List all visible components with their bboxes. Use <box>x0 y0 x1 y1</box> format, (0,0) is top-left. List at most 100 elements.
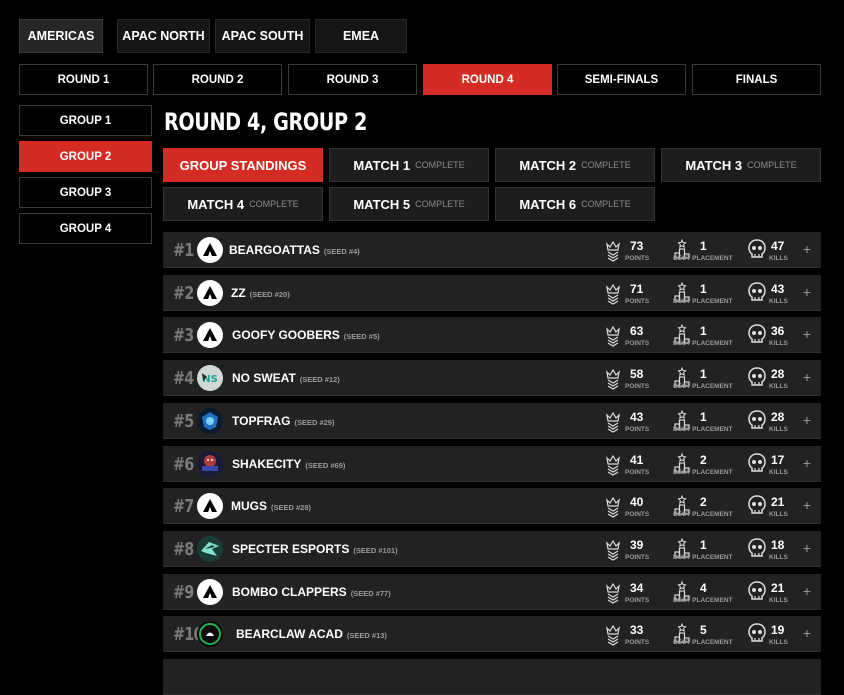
team-name[interactable]: BEARGOATTAS (SEED #4) <box>229 243 360 257</box>
kills-value: 17 <box>771 452 785 467</box>
apex-logo-icon <box>197 279 223 306</box>
kills-value: 47 <box>771 239 785 253</box>
match-tab-name: MATCH 3 <box>685 157 743 173</box>
points-value: 71 <box>630 281 644 296</box>
points-value: 43 <box>630 409 644 424</box>
tab-match-2[interactable]: MATCH 2 COMPLETE <box>495 148 655 182</box>
skull-icon <box>747 452 766 476</box>
expand-row-icon[interactable]: + <box>803 369 811 385</box>
apex-logo-icon <box>197 493 223 520</box>
standings-row[interactable]: #10 BEARCLAW ACAD (SEED #13) 33 POINTS 5 BEST … <box>163 616 821 653</box>
team-name[interactable]: NO SWEAT (SEED #12) <box>232 371 340 385</box>
tab-match-3[interactable]: MATCH 3 COMPLETE <box>661 148 821 182</box>
team-name-text: NO SWEAT <box>232 371 296 386</box>
tab-match-1[interactable]: MATCH 1 COMPLETE <box>329 148 489 182</box>
best-placement-label: BEST PLACEMENT <box>673 553 733 561</box>
kills-value: 21 <box>771 495 785 510</box>
skull-icon <box>747 238 766 262</box>
standings-row[interactable]: #4 NS NO SWEAT (SEED #12) 58 POINTS 1 BEST PLAC… <box>163 360 821 397</box>
crown-badge-icon <box>604 366 622 390</box>
team-name[interactable]: BOMBO CLAPPERS (SEED #77) <box>232 585 391 599</box>
sidebar-group-3[interactable]: GROUP 3 <box>19 177 152 208</box>
match-tab-name: MATCH 1 <box>353 157 411 173</box>
team-seed: (SEED #20) <box>249 289 290 299</box>
team-name[interactable]: MUGS (SEED #28) <box>231 499 311 513</box>
best-placement-label: BEST PLACEMENT <box>673 340 733 348</box>
team-rank: #2 <box>173 282 194 304</box>
sidebar-group-2[interactable]: GROUP 2 <box>19 141 152 172</box>
expand-row-icon[interactable]: + <box>803 497 811 513</box>
standings-row[interactable]: #1 BEARGOATTAS (SEED #4) 73 POINTS 1 BEST PLAC… <box>163 232 821 268</box>
crown-badge-icon <box>604 494 622 518</box>
best-placement-label: BEST PLACEMENT <box>673 383 733 391</box>
best-placement-label: BEST PLACEMENT <box>673 511 733 519</box>
standings-row[interactable]: #7 MUGS (SEED #28) 40 POINTS 2 BEST PLACEMENT 2… <box>163 488 821 525</box>
crown-badge-icon <box>604 409 622 433</box>
round-tab-semi-finals[interactable]: SEMI-FINALS <box>557 64 686 95</box>
expand-row-icon[interactable]: + <box>803 583 811 599</box>
best-placement-label: BEST PLACEMENT <box>673 639 733 647</box>
team-rank: #7 <box>173 496 194 518</box>
team-name-text: SPECTER ESPORTS <box>232 541 350 556</box>
sidebar-group-1[interactable]: GROUP 1 <box>19 105 152 136</box>
skull-icon <box>747 494 766 518</box>
expand-row-icon[interactable]: + <box>803 540 811 556</box>
expand-row-icon[interactable]: + <box>803 241 811 257</box>
round-tab-round-1[interactable]: ROUND 1 <box>19 64 148 95</box>
team-seed: (SEED #13) <box>346 631 387 641</box>
expand-row-icon[interactable]: + <box>803 625 811 641</box>
best-placement-label: BEST PLACEMENT <box>673 297 733 305</box>
tab-group-standings[interactable]: GROUP STANDINGS <box>163 148 323 182</box>
region-tab-emea[interactable]: EMEA <box>315 19 407 53</box>
round-tab-round-4[interactable]: ROUND 4 <box>423 64 552 95</box>
apex-logo-icon <box>197 322 223 349</box>
standings-row[interactable]: #5 TOPFRAG (SEED #29) 43 POINTS 1 BEST PLACEME… <box>163 402 821 439</box>
kills-label: KILLS <box>769 511 788 519</box>
team-name[interactable]: BEARCLAW ACAD (SEED #13) <box>236 627 387 641</box>
expand-row-icon[interactable]: + <box>803 326 811 342</box>
expand-row-icon[interactable]: + <box>803 284 811 300</box>
best-placement-value: 1 <box>700 367 707 382</box>
team-name[interactable]: ZZ (SEED #20) <box>231 286 290 300</box>
team-name[interactable]: SHAKECITY (SEED #69) <box>232 457 345 471</box>
best-placement-value: 1 <box>700 324 707 339</box>
crown-badge-icon <box>604 281 622 305</box>
standings-row[interactable]: #2 ZZ (SEED #20) 71 POINTS 1 BEST PLACEMENT 43 K… <box>163 274 821 311</box>
expand-row-icon[interactable]: + <box>803 455 811 471</box>
team-seed: (SEED #29) <box>294 417 335 427</box>
points-value: 40 <box>630 495 644 510</box>
kills-value: 28 <box>771 367 785 382</box>
team-seed: (SEED #77) <box>350 588 391 598</box>
match-tab-status: COMPLETE <box>747 160 797 170</box>
crown-badge-icon <box>604 323 622 348</box>
team-name[interactable]: TOPFRAG (SEED #29) <box>232 414 334 428</box>
match-tab-name: MATCH 5 <box>353 196 411 212</box>
tab-match-5[interactable]: MATCH 5 COMPLETE <box>329 187 489 221</box>
best-placement-value: 2 <box>700 452 707 467</box>
best-placement-value: 4 <box>700 580 707 595</box>
team-name[interactable]: GOOFY GOOBERS (SEED #5) <box>232 328 380 342</box>
best-placement-value: 5 <box>700 623 707 638</box>
kills-label: KILLS <box>769 553 788 561</box>
standings-row[interactable]: #8 SPECTER ESPORTS (SEED #101) 39 POINTS 1 BES… <box>163 530 821 567</box>
points-value: 63 <box>630 324 644 339</box>
region-tab-apac-north[interactable]: APAC NORTH <box>117 19 210 53</box>
team-rank: #5 <box>173 410 194 432</box>
team-rank: #9 <box>173 581 194 603</box>
region-tab-apac-south[interactable]: APAC SOUTH <box>215 19 310 53</box>
standings-row[interactable]: #9 BOMBO CLAPPERS (SEED #77) 34 POINTS 4 BEST … <box>163 573 821 610</box>
match-tab-status: COMPLETE <box>581 160 631 170</box>
region-tab-americas[interactable]: AMERICAS <box>19 19 103 53</box>
kills-value: 28 <box>771 409 785 424</box>
expand-row-icon[interactable]: + <box>803 412 811 428</box>
round-tab-finals[interactable]: FINALS <box>692 64 821 95</box>
standings-row[interactable]: #6 SHAKECITY (SEED #69) 41 POINTS 2 BEST PLACE… <box>163 445 821 482</box>
team-name[interactable]: SPECTER ESPORTS (SEED #101) <box>232 542 398 556</box>
tab-match-4[interactable]: MATCH 4 COMPLETE <box>163 187 323 221</box>
round-tab-round-3[interactable]: ROUND 3 <box>288 64 417 95</box>
tab-match-6[interactable]: MATCH 6 COMPLETE <box>495 187 655 221</box>
standings-row[interactable]: #3 GOOFY GOOBERS (SEED #5) 63 POINTS 1 BEST PL… <box>163 317 821 354</box>
round-tab-round-2[interactable]: ROUND 2 <box>153 64 282 95</box>
sidebar-group-4[interactable]: GROUP 4 <box>19 213 152 244</box>
best-placement-label: BEST PLACEMENT <box>673 596 733 604</box>
